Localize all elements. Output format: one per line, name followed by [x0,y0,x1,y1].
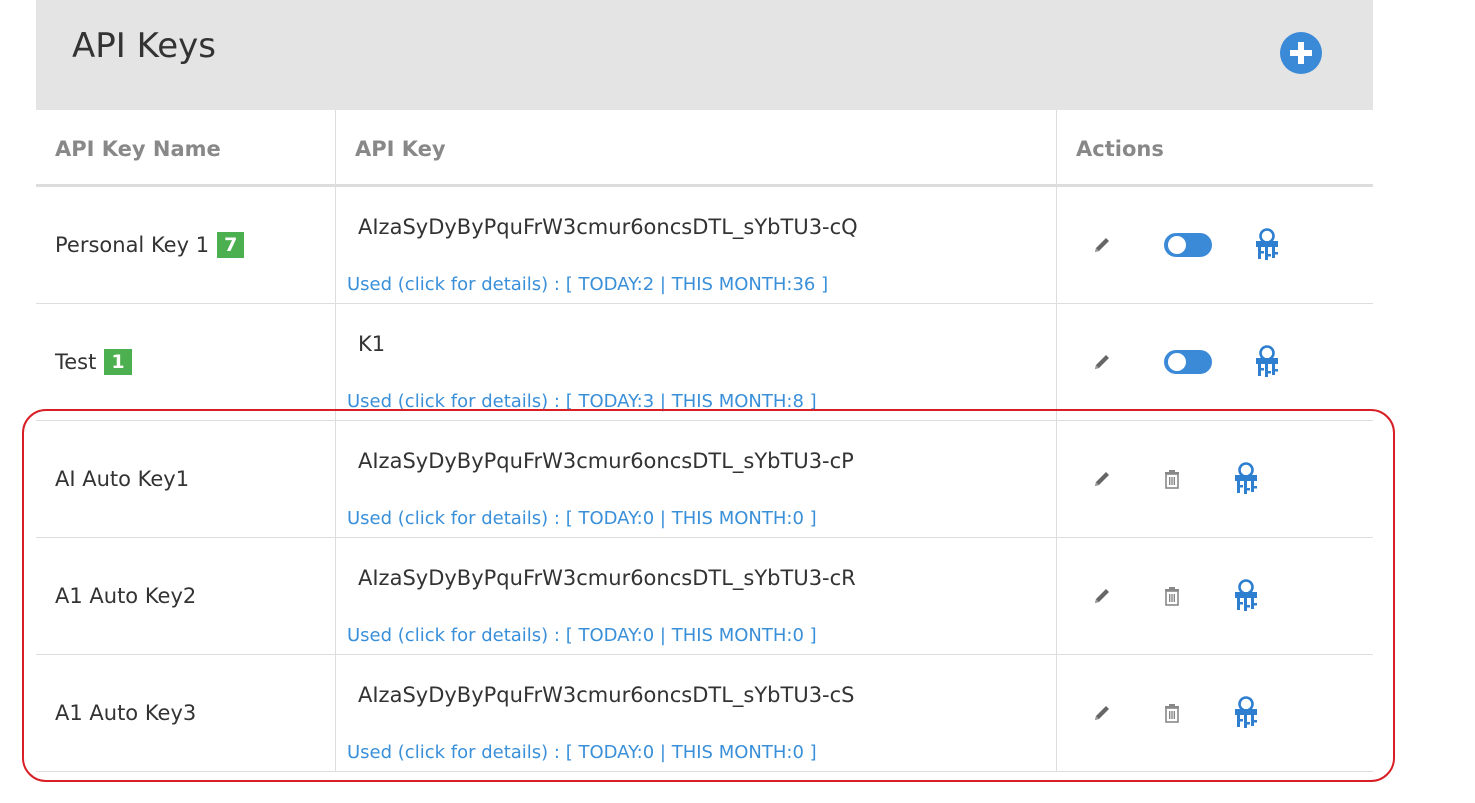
table-row: A1 Auto Key3 AIzaSyDyByPquFrW3cmur6oncsD… [36,655,1373,772]
edit-button[interactable] [1091,351,1113,373]
trash-icon [1165,587,1179,606]
table-header-row: API Key Name API Key Actions [36,110,1373,187]
delete-button[interactable] [1163,469,1181,489]
plus-circle-icon [1290,42,1312,64]
delete-button[interactable] [1163,586,1181,606]
column-header-actions: Actions [1076,137,1164,161]
column-header-name: API Key Name [55,137,221,161]
toggle-icon [1164,350,1212,374]
enable-toggle[interactable] [1163,232,1213,258]
count-badge: 1 [104,349,132,375]
usage-details-link[interactable]: Used (click for details) : [ TODAY:0 | T… [347,742,817,763]
row-actions [1057,655,1373,771]
row-actions [1057,538,1373,654]
api-key-value: AIzaSyDyByPquFrW3cmur6oncsDTL_sYbTU3-cP [358,449,854,473]
api-key-name: Personal Key 1 [55,233,210,257]
table-row: Personal Key 1 7 AIzaSyDyByPquFrW3cmur6o… [36,187,1373,304]
enable-toggle[interactable] [1163,349,1213,375]
table-row: A1 Auto Key2 AIzaSyDyByPquFrW3cmur6oncsD… [36,538,1373,655]
api-keys-panel: API Keys API Key Name API Key Actions Pe… [36,0,1373,772]
page-title: API Keys [72,26,216,66]
edit-icon [1095,706,1109,720]
manage-keys-button[interactable] [1253,345,1281,379]
api-key-value: AIzaSyDyByPquFrW3cmur6oncsDTL_sYbTU3-cR [358,566,856,590]
usage-details-link[interactable]: Used (click for details) : [ TODAY:2 | T… [347,274,828,295]
edit-icon [1095,472,1109,486]
trash-icon [1165,470,1179,489]
count-badge: 7 [217,232,245,258]
api-key-name: A1 Auto Key2 [55,584,197,608]
manage-keys-button[interactable] [1232,696,1260,730]
keys-icon [1256,228,1278,260]
usage-details-link[interactable]: Used (click for details) : [ TODAY:0 | T… [347,508,817,529]
key-name-cell: A1 Auto Key2 [55,584,196,608]
add-api-key-button[interactable] [1280,32,1322,74]
key-name-cell: Personal Key 1 7 [55,232,245,258]
api-key-value: AIzaSyDyByPquFrW3cmur6oncsDTL_sYbTU3-cQ [358,215,858,239]
delete-button[interactable] [1163,703,1181,723]
edit-button[interactable] [1091,468,1113,490]
keys-icon [1256,345,1278,377]
api-key-value: AIzaSyDyByPquFrW3cmur6oncsDTL_sYbTU3-cS [358,683,855,707]
api-key-name: Test [55,350,97,374]
row-actions [1057,187,1373,303]
row-actions [1057,421,1373,537]
usage-details-link[interactable]: Used (click for details) : [ TODAY:0 | T… [347,625,817,646]
keys-icon [1235,579,1257,611]
edit-button[interactable] [1091,702,1113,724]
panel-header: API Keys [36,0,1373,110]
edit-button[interactable] [1091,234,1113,256]
column-header-key: API Key [355,137,446,161]
manage-keys-button[interactable] [1232,579,1260,613]
key-name-cell: A1 Auto Key3 [55,701,196,725]
table-row: Test 1 K1 Used (click for details) : [ T… [36,304,1373,421]
edit-icon [1095,589,1109,603]
edit-icon [1095,238,1109,252]
keys-icon [1235,696,1257,728]
usage-details-link[interactable]: Used (click for details) : [ TODAY:3 | T… [347,391,817,412]
edit-button[interactable] [1091,585,1113,607]
api-key-name: A1 Auto Key3 [55,701,197,725]
toggle-icon [1164,233,1212,257]
trash-icon [1165,704,1179,723]
key-name-cell: AI Auto Key1 [55,467,189,491]
key-name-cell: Test 1 [55,349,132,375]
api-key-name: AI Auto Key1 [55,467,190,491]
table-row: AI Auto Key1 AIzaSyDyByPquFrW3cmur6oncsD… [36,421,1373,538]
api-key-value: K1 [358,332,386,356]
manage-keys-button[interactable] [1232,462,1260,496]
api-keys-table: API Key Name API Key Actions Personal Ke… [36,110,1373,772]
keys-icon [1235,462,1257,494]
table-body: Personal Key 1 7 AIzaSyDyByPquFrW3cmur6o… [36,187,1373,772]
row-actions [1057,304,1373,420]
manage-keys-button[interactable] [1253,228,1281,262]
edit-icon [1095,355,1109,369]
